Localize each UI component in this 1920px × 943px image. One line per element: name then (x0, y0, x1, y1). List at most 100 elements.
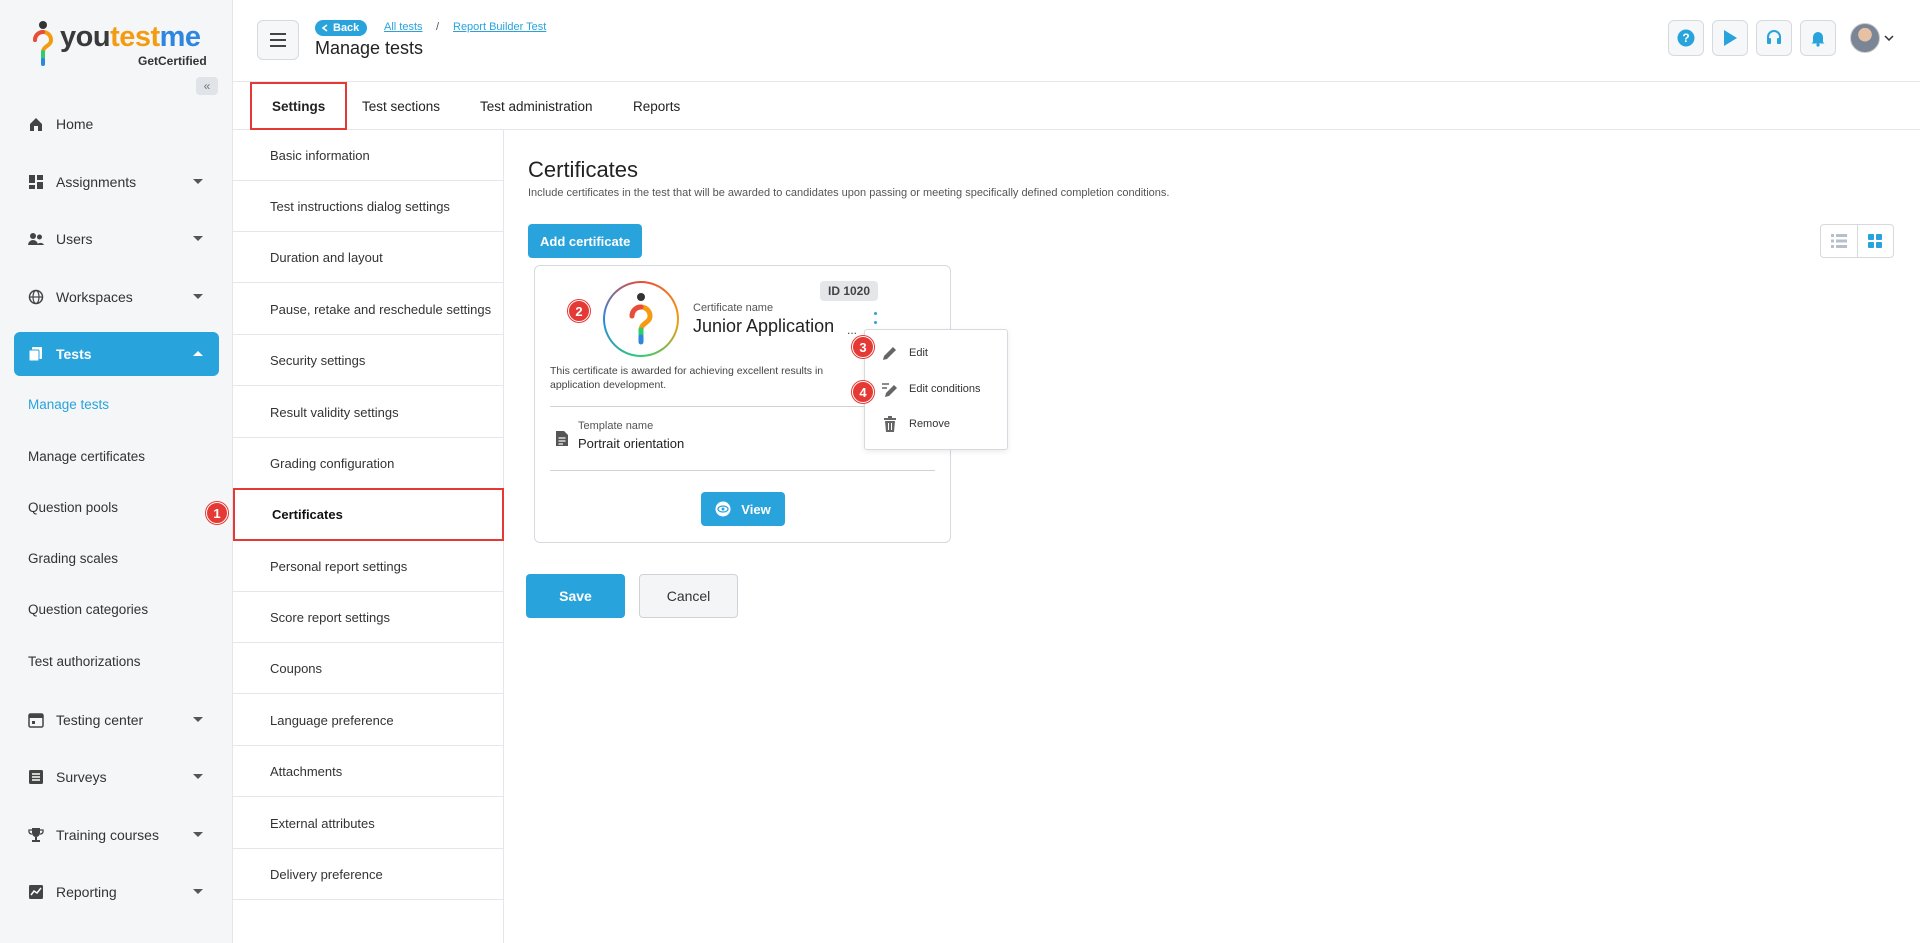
list-view-button[interactable] (1821, 225, 1857, 257)
sidebar-item-home[interactable]: Home (14, 102, 219, 146)
tab-reports[interactable]: Reports (633, 82, 680, 130)
cancel-button[interactable]: Cancel (639, 574, 738, 618)
sidebar: youtestme GetCertified « Home Assignment… (0, 0, 233, 943)
settings-item-attachments[interactable]: Attachments (233, 746, 504, 797)
sidebar-subitem-question-categories[interactable]: Question categories (28, 602, 148, 617)
save-button[interactable]: Save (526, 574, 625, 618)
calendar-icon (28, 712, 44, 728)
sidebar-subitem-question-pools[interactable]: Question pools (28, 500, 118, 515)
pencil-icon (883, 347, 896, 360)
sidebar-item-label: Training courses (56, 827, 159, 843)
certificate-description: This certificate is awarded for achievin… (550, 365, 824, 391)
view-toggle (1820, 224, 1894, 258)
sidebar-item-workspaces[interactable]: Workspaces (14, 275, 219, 319)
chevron-down-icon (193, 889, 203, 894)
sidebar-item-users[interactable]: Users (14, 217, 219, 261)
hamburger-icon-line (270, 39, 286, 41)
brand-logo[interactable]: youtestme GetCertified (30, 20, 207, 68)
play-button[interactable] (1712, 20, 1748, 56)
sidebar-item-surveys[interactable]: Surveys (14, 755, 219, 799)
list-icon (28, 769, 44, 785)
template-icon (555, 430, 569, 452)
settings-item-external-attributes[interactable]: External attributes (233, 798, 504, 849)
menu-item-edit-conditions[interactable]: Edit conditions (881, 379, 981, 399)
certificate-actions-menu: Edit Edit conditions Remove (864, 329, 1008, 450)
sidebar-item-label: Reporting (56, 884, 117, 900)
settings-item-result-validity[interactable]: Result validity settings (233, 387, 504, 438)
chevron-left-icon (321, 24, 328, 32)
certificate-name-ellipsis: ... (847, 323, 858, 337)
grid-view-button[interactable] (1856, 225, 1894, 257)
logo-subtitle: GetCertified (138, 54, 207, 68)
eye-icon (715, 501, 731, 517)
settings-item-security[interactable]: Security settings (233, 335, 504, 386)
tab-test-sections[interactable]: Test sections (362, 82, 440, 130)
sidebar-item-label: Surveys (56, 769, 107, 785)
headset-icon (1767, 30, 1781, 44)
settings-item-delivery-preference[interactable]: Delivery preference (233, 849, 504, 900)
certificate-name-label: Certificate name (693, 302, 774, 314)
sidebar-item-testing-center[interactable]: Testing center (14, 698, 219, 742)
chevron-down-icon (193, 294, 203, 299)
collapse-sidebar-button[interactable]: « (196, 77, 218, 95)
back-button[interactable]: Back (315, 20, 368, 36)
sidebar-item-tests[interactable]: Tests (14, 332, 219, 376)
settings-item-pause-retake[interactable]: Pause, retake and reschedule settings (233, 284, 504, 335)
add-certificate-button[interactable]: Add certificate (528, 224, 643, 258)
trash-icon (884, 416, 896, 432)
view-certificate-button[interactable]: View (701, 492, 785, 526)
logo-mark-icon (30, 20, 56, 66)
sidebar-subitem-manage-certificates[interactable]: Manage certificates (28, 449, 145, 464)
settings-item-language[interactable]: Language preference (233, 695, 504, 746)
users-icon (28, 231, 44, 247)
support-button[interactable] (1756, 20, 1792, 56)
sidebar-item-reporting[interactable]: Reporting (14, 870, 219, 914)
chevron-down-icon (193, 236, 203, 241)
kebab-dot (873, 312, 877, 315)
template-name-value: Portrait orientation (578, 436, 685, 451)
settings-item-score-report[interactable]: Score report settings (233, 592, 504, 643)
tab-test-administration[interactable]: Test administration (480, 82, 593, 130)
notifications-button[interactable] (1800, 20, 1836, 56)
chevron-down-icon (193, 179, 203, 184)
settings-item-grading[interactable]: Grading configuration (233, 438, 504, 489)
kebab-dot (873, 320, 877, 324)
settings-item-basic-information[interactable]: Basic information (233, 130, 504, 181)
sidebar-subitem-test-authorizations[interactable]: Test authorizations (28, 654, 141, 669)
template-name-label: Template name (578, 420, 654, 432)
menu-item-remove[interactable]: Remove (881, 414, 950, 434)
hamburger-menu-button[interactable] (257, 20, 299, 60)
chevron-down-icon (1884, 35, 1894, 41)
sidebar-item-training-courses[interactable]: Training courses (14, 813, 219, 857)
settings-item-certificates[interactable]: Certificates (233, 488, 504, 541)
settings-menu: Basic information Test instructions dial… (233, 130, 504, 943)
chart-icon (28, 884, 44, 900)
tab-settings[interactable]: Settings (250, 82, 348, 130)
home-icon (28, 116, 44, 132)
step-badge-2: 2 (568, 300, 590, 322)
logo-mark-icon (629, 293, 653, 345)
files-icon (28, 346, 44, 362)
settings-item-personal-report[interactable]: Personal report settings (233, 541, 504, 592)
breadcrumb-report-builder-test[interactable]: Report Builder Test (453, 21, 546, 33)
sidebar-item-label: Assignments (56, 174, 137, 190)
sidebar-item-label: Users (56, 231, 93, 247)
step-badge-3: 3 (852, 336, 874, 358)
sidebar-item-assignments[interactable]: Assignments (14, 160, 219, 204)
sidebar-item-label: Home (56, 116, 94, 132)
help-icon: ? (1677, 29, 1695, 47)
help-button[interactable]: ? (1668, 20, 1704, 56)
chevron-up-icon (193, 351, 203, 356)
breadcrumb-all-tests[interactable]: All tests (384, 21, 423, 33)
user-menu[interactable] (1850, 23, 1894, 53)
certificate-id-badge: ID 1020 (820, 281, 879, 301)
settings-item-duration-layout[interactable]: Duration and layout (233, 232, 504, 283)
sidebar-subitem-manage-tests[interactable]: Manage tests (28, 397, 109, 412)
menu-item-label: Edit (909, 347, 928, 359)
sidebar-subitem-grading-scales[interactable]: Grading scales (28, 551, 118, 566)
avatar (1850, 23, 1880, 53)
menu-item-edit[interactable]: Edit (881, 343, 928, 363)
settings-item-test-instructions[interactable]: Test instructions dialog settings (233, 181, 504, 232)
settings-item-coupons[interactable]: Coupons (233, 643, 504, 694)
chevron-down-icon (193, 717, 203, 722)
